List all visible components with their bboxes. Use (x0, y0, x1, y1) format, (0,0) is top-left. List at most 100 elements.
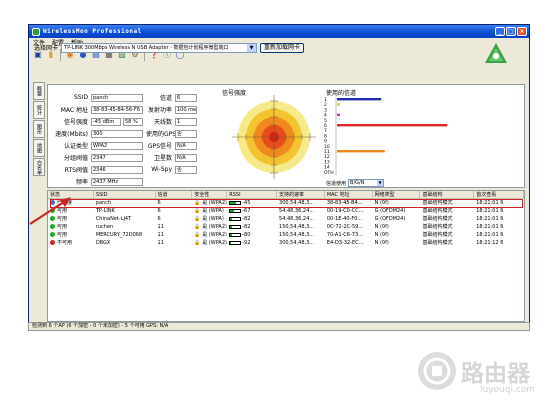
cell-status: 可用 (48, 231, 94, 239)
cell-channel: 11 (157, 232, 164, 238)
rssi-label: 信号强度 (63, 119, 88, 126)
table-row[interactable]: 可用 MERCURY_72D068 11 🔒 是 (WPA2) -80 150,54,48… (48, 231, 524, 239)
header-rates[interactable]: 支持的速率 (277, 191, 325, 199)
cell-rates: 300,54,48,3... (279, 200, 315, 206)
tab-graph[interactable]: 图形 (33, 120, 45, 138)
header-status[interactable]: 状态 (48, 191, 94, 199)
channel-usage-select-row: 信道使用 B/G/N ▼ (326, 179, 385, 187)
cell-security: 🔒 是 (WPA2) (194, 232, 227, 238)
status-bar: 检测到 6 个AP (6 个加密 - 0 个未加密) - 5 个可用 GPS: … (28, 322, 530, 331)
watermark-text: 路由器 (461, 361, 530, 387)
cell-ssid: TP-LINK (95, 208, 115, 214)
antenna-value: 1 (175, 117, 197, 126)
header-first-seen[interactable]: 首次查看 (474, 191, 524, 199)
signal-bar-icon (229, 232, 242, 237)
cell-infrastructure: 基础结构模式 (422, 240, 453, 246)
cell-security: 🔒 是 (WPA2) (194, 224, 227, 230)
cell-mac: 38-83-45-B4... (326, 200, 363, 206)
cell-infrastructure: 基础结构模式 (422, 216, 453, 222)
cell-infrastructure: 基础结构模式 (422, 208, 453, 214)
header-net-type[interactable]: 网络类型 (373, 191, 421, 199)
rssi-value: -45 dBm (91, 117, 121, 126)
txpower-label: 发射功率 (147, 107, 172, 114)
cell-mac: 00-1E-40-F0... (326, 216, 363, 222)
table-row[interactable]: 可用 ruchen 11 🔒 是 (WPA2) -82 150,54,48,3... 0C-… (48, 223, 524, 231)
status-dot-icon (50, 239, 55, 245)
channel-select-label: 信道使用 (326, 180, 347, 187)
cell-ssid: ChinaNet-LJ4T (95, 216, 132, 222)
cell-infrastructure: 基础结构模式 (422, 232, 453, 238)
cell-first-seen: 18:21:01 6 (476, 216, 504, 222)
cell-net-type: N (0f) (374, 200, 389, 206)
gps-label: 使用的GPS (146, 131, 177, 138)
cell-rates: 54,48,36,24... (279, 216, 315, 222)
cell-rates: 150,54,48,3... (279, 224, 315, 230)
cell-rssi: -82 (227, 223, 277, 231)
channel-usage-bar (337, 98, 382, 101)
status-dot-icon (50, 231, 55, 237)
header-ssid[interactable]: SSID (94, 191, 156, 199)
cell-infrastructure: 基础结构模式 (422, 200, 453, 206)
tab-summary[interactable]: 概要 (33, 82, 45, 100)
adapter-label: 选择网卡 (34, 45, 59, 52)
cell-net-type: N (0f) (374, 232, 389, 238)
cell-status: 可用 (48, 223, 94, 231)
reload-adapter-button[interactable]: 重新加载网卡 (260, 42, 305, 53)
tab-statistics[interactable]: 统计 (33, 101, 45, 119)
table-row[interactable]: 不可用 DBGX 11 🔒 是 (WPA2) -92 300,54,48,3... E4-D… (48, 239, 524, 247)
table-row[interactable]: 可用 TP-LINK 6 🔒 是 (WPA) -67 54,48,36,24... 00-1… (48, 207, 524, 215)
table-row[interactable]: 可用 ChinaNet-LJ4T 6 🔒 是 (WPA) -82 54,48,36,24.… (48, 215, 524, 223)
channel-axis-label: 13 (324, 159, 330, 165)
auth-value: WPA2 (91, 141, 143, 150)
tab-whitelist[interactable]: 白名单 (33, 158, 45, 176)
channel-value: 6 (175, 93, 197, 102)
lock-icon: 🔒 (194, 216, 201, 222)
channel-axis-label: 11 (324, 149, 330, 155)
cell-ssid: ruchen (95, 224, 114, 230)
rssi-percent: 58 % (123, 117, 143, 126)
wispy-value: 否 (175, 165, 197, 174)
header-channel[interactable]: 信道 (156, 191, 193, 199)
header-rssi[interactable]: RSSI (227, 191, 278, 199)
cell-net-type: N (0f) (374, 240, 389, 246)
channel-axis-label: 10 (324, 144, 330, 150)
header-infrastructure[interactable]: 基础结构 (420, 191, 475, 199)
cipher-value: 2347 (91, 153, 143, 162)
cell-infrastructure: 基础结构模式 (422, 224, 453, 230)
chevron-down-icon: ▼ (377, 180, 384, 186)
gps-signal-label: GPS信号 (147, 143, 172, 150)
header-mac[interactable]: MAC 地址 (325, 191, 373, 199)
satellites-label: 卫星数 (153, 155, 172, 162)
freq-value: 2437 MHz (91, 177, 143, 186)
cell-rssi: -67 (227, 207, 277, 215)
channel-band-dropdown[interactable]: B/G/N ▼ (348, 179, 385, 187)
channel-axis-label: 6 (324, 123, 327, 129)
chevron-down-icon: ▼ (247, 43, 257, 52)
network-table: 状态 SSID 信道 安全性 RSSI 支持的速率 MAC 地址 网络类型 基础… (47, 190, 525, 322)
minimize-button[interactable]: _ (495, 27, 505, 36)
adapter-dropdown[interactable]: TP-LINK 300Mbps Wireless N USB Adapter -… (61, 42, 258, 53)
header-security[interactable]: 安全性 (192, 191, 228, 199)
lock-icon: 🔒 (194, 200, 201, 206)
window-title: WirelessMon Professional (43, 28, 142, 35)
cell-net-type: G (OFDM24) (374, 216, 406, 222)
channel-axis-label: 9 (324, 139, 327, 145)
antenna-label: 天线数 (153, 119, 172, 126)
cell-net-type: N (0f) (374, 224, 389, 230)
cell-rssi: -82 (227, 215, 277, 223)
channel-axis-label: 12 (324, 154, 330, 160)
gps-value: 否 (175, 129, 197, 138)
cell-first-seen: 18:21:01 6 (476, 208, 504, 214)
channel-usage-bar (337, 124, 448, 127)
cell-rates: 300,54,48,3... (279, 240, 315, 246)
cell-channel: 11 (157, 240, 164, 246)
cell-mac: 0C-72-2C-59... (326, 224, 364, 230)
rts-value: 2346 (91, 165, 143, 174)
close-button[interactable]: × (517, 27, 527, 36)
maximize-button[interactable]: □ (506, 27, 516, 36)
tab-map[interactable]: 地图 (33, 139, 45, 157)
channel-axis-label: 3 (324, 107, 327, 113)
table-row[interactable]: 已连接 panch 6 🔒 是 (WPA2) -45 300,54,48,3... 38-8… (48, 199, 524, 207)
signal-bar-icon (229, 208, 242, 213)
cell-status: 可用 (48, 207, 94, 215)
